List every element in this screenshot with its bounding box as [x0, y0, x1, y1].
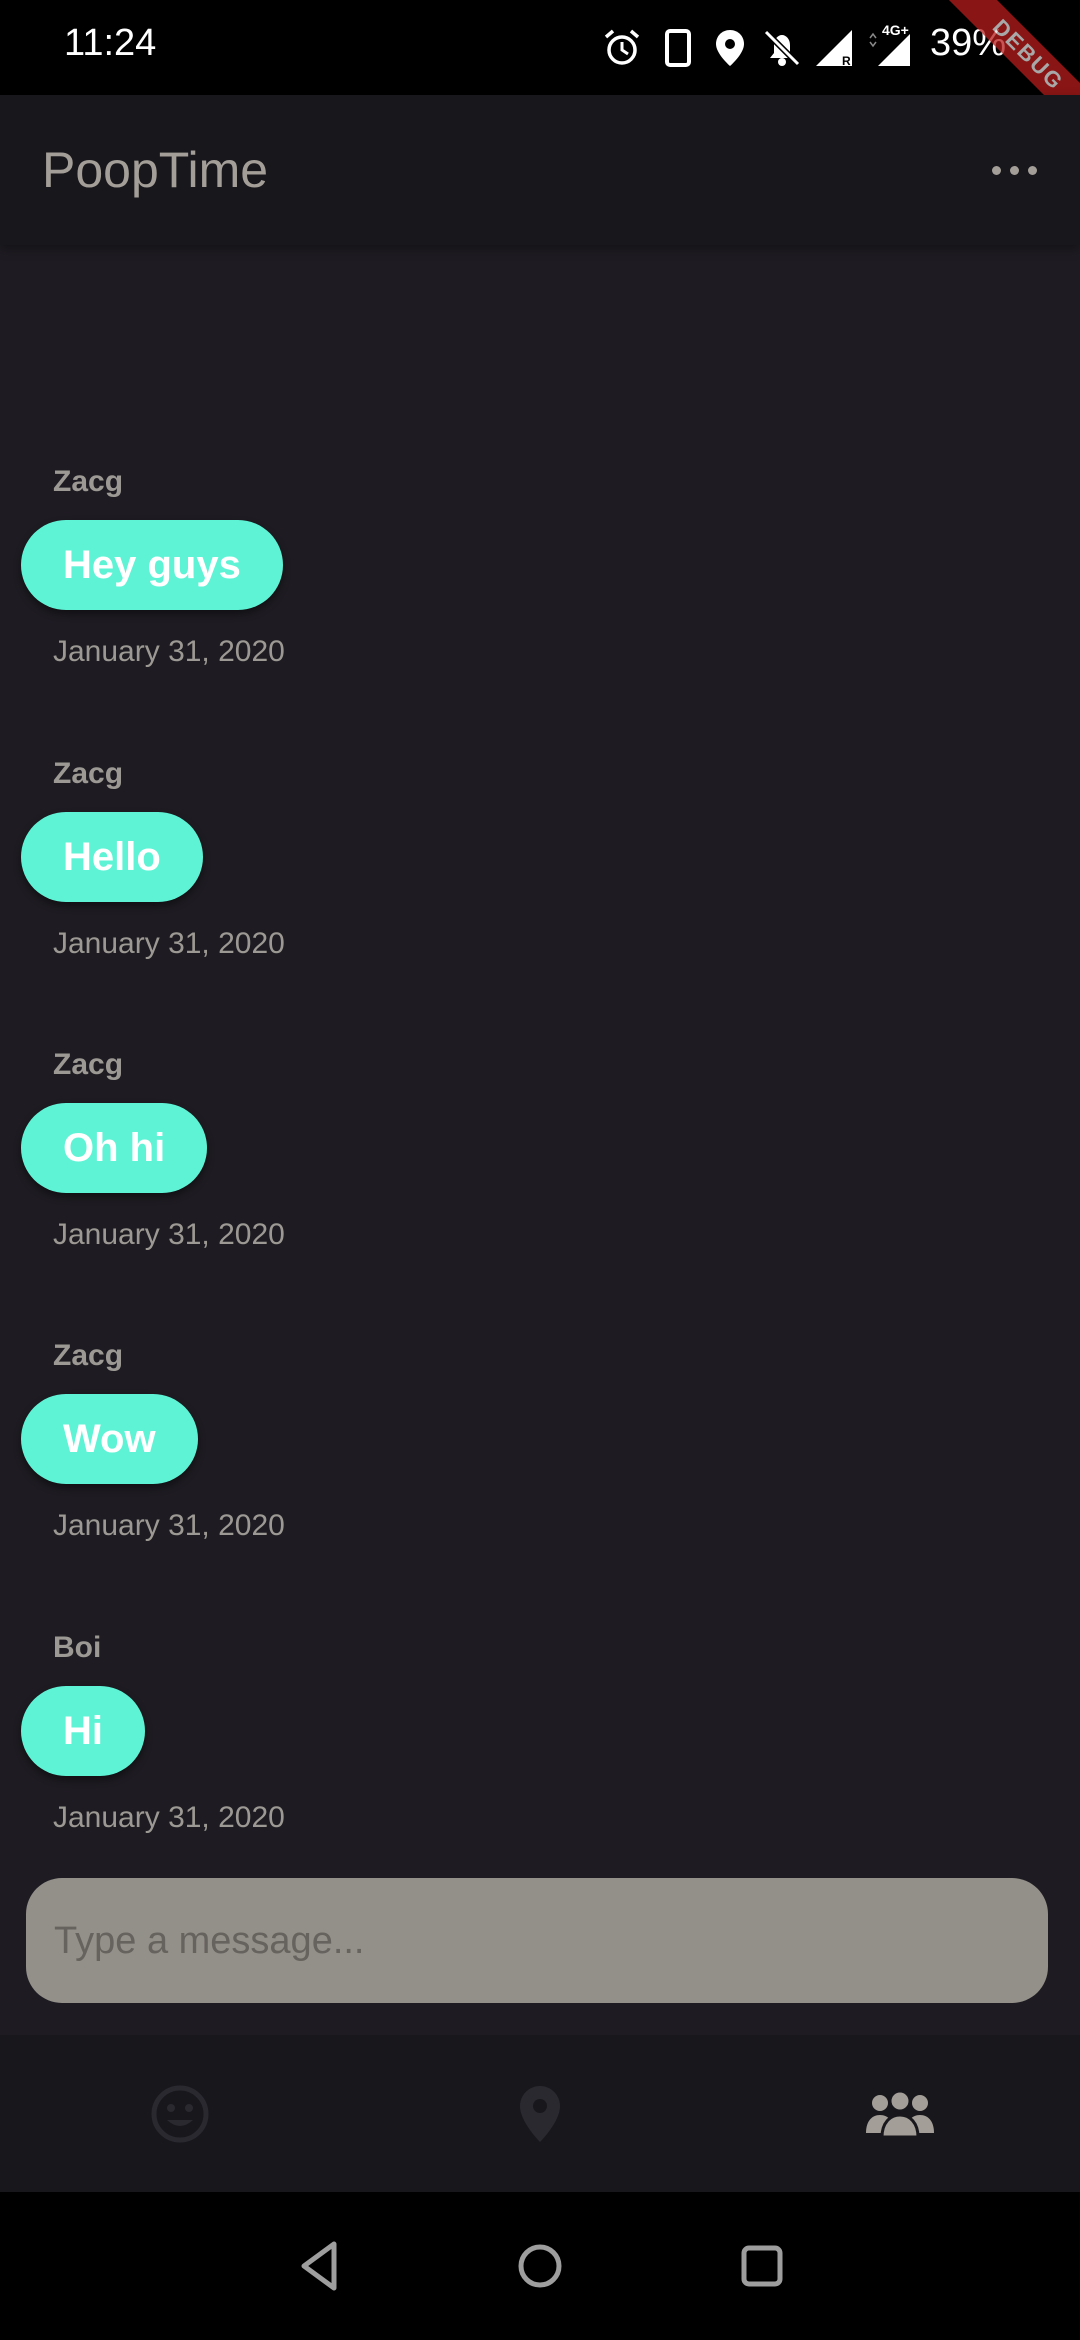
message-composer[interactable]	[26, 1878, 1048, 2005]
message-item: Zacg Oh hi January 31, 2020	[0, 1048, 1080, 1338]
back-icon[interactable]	[284, 2230, 356, 2302]
svg-text:R: R	[842, 54, 851, 68]
signal-icon: R	[816, 30, 852, 68]
message-input[interactable]	[52, 1878, 1016, 2005]
page-title: PoopTime	[42, 142, 269, 198]
more-options-button[interactable]	[980, 135, 1050, 205]
message-date: January 31, 2020	[53, 1801, 285, 1834]
message-sender: Boi	[53, 1631, 102, 1664]
phone-icon	[665, 29, 691, 67]
app-bar: PoopTime	[0, 95, 1080, 245]
home-icon[interactable]	[504, 2230, 576, 2302]
message-sender: Zacg	[53, 1339, 124, 1372]
recents-icon[interactable]	[726, 2230, 798, 2302]
bell-off-icon	[763, 29, 801, 67]
group-icon	[866, 2089, 934, 2138]
message-date: January 31, 2020	[53, 635, 285, 668]
location-icon	[716, 30, 744, 66]
network-label: 4G+	[882, 22, 909, 38]
alarm-icon	[604, 29, 640, 65]
message-bubble[interactable]: Hello	[21, 812, 203, 902]
message-list[interactable]: Zacg Hey guys January 31, 2020 Zacg Hell…	[0, 245, 1080, 1865]
nav-item-mood[interactable]	[0, 2035, 360, 2192]
nav-item-map[interactable]	[360, 2035, 720, 2192]
more-dot	[992, 166, 1001, 175]
smiley-icon	[151, 2085, 209, 2142]
more-dot	[1010, 166, 1019, 175]
nav-item-group[interactable]	[720, 2035, 1080, 2192]
status-bar: 11:24 R 4G+ 39%	[0, 0, 1080, 95]
message-date: January 31, 2020	[53, 1218, 285, 1251]
message-bubble[interactable]: Hi	[21, 1686, 145, 1776]
message-bubble[interactable]: Wow	[21, 1394, 198, 1484]
message-date: January 31, 2020	[53, 927, 285, 960]
message-bubble[interactable]: Oh hi	[21, 1103, 208, 1193]
more-dot	[1028, 166, 1037, 175]
location-pin-icon	[520, 2085, 560, 2142]
message-sender: Zacg	[53, 465, 124, 498]
message-item: Zacg Hey guys January 31, 2020	[0, 465, 1080, 755]
message-date: January 31, 2020	[53, 1509, 285, 1542]
bottom-nav	[0, 2035, 1080, 2192]
message-item: Zacg Hello January 31, 2020	[0, 757, 1080, 1047]
message-bubble[interactable]: Hey guys	[21, 520, 283, 610]
message-sender: Zacg	[53, 1048, 124, 1081]
system-nav-bar	[0, 2192, 1080, 2340]
message-item: Zacg Wow January 31, 2020	[0, 1339, 1080, 1629]
status-time: 11:24	[64, 22, 157, 64]
message-sender: Zacg	[53, 757, 124, 790]
